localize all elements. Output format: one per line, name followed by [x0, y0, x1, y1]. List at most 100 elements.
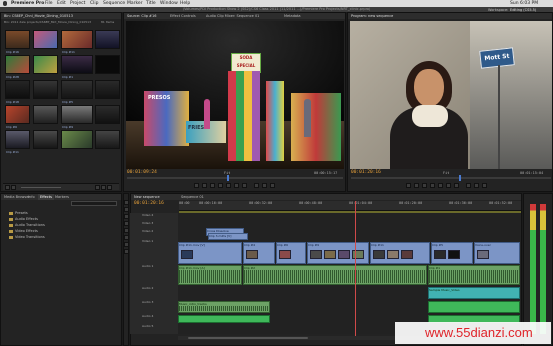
clip-thumbnail[interactable] — [33, 80, 58, 99]
slip-tool-icon[interactable] — [124, 228, 129, 233]
go-to-in-icon[interactable] — [422, 183, 427, 188]
tab-media-browser[interactable]: Media Browser — [4, 194, 30, 200]
folder-video-effects[interactable]: Video Effects — [9, 229, 38, 233]
step-back-icon[interactable] — [218, 183, 223, 188]
clip-thumbnail[interactable] — [95, 105, 120, 124]
time-ruler[interactable]: 00:00 00:00:16:00 00:00:32:00 00:00:48:0… — [179, 201, 521, 211]
menu-sequence[interactable]: Sequence — [103, 1, 125, 7]
ripple-edit-tool-icon[interactable] — [124, 214, 129, 219]
track-header-video-1[interactable]: Video 1 — [130, 239, 179, 264]
menu-clip[interactable]: Clip — [90, 1, 99, 7]
tab-metadata[interactable]: Metadata — [284, 13, 301, 19]
effects-search-input[interactable] — [71, 201, 117, 206]
step-back-icon[interactable] — [430, 183, 435, 188]
clip-thumbnail[interactable] — [61, 30, 93, 49]
source-timecode[interactable]: 00:01:09:24 — [127, 170, 157, 175]
tab-audio-mixer[interactable]: Audio Clip Mixer: Sequence 01 — [206, 13, 259, 19]
track-header-audio-2[interactable]: Audio 2 — [130, 286, 179, 300]
zoom-tool-icon[interactable] — [124, 249, 129, 254]
tab-sequence-new[interactable]: New sequence — [134, 194, 160, 200]
program-playhead[interactable] — [459, 175, 461, 181]
video-clip[interactable]: Clip #5 — [431, 242, 473, 264]
clip-thumbnail[interactable] — [5, 80, 30, 99]
program-fit-select[interactable]: Fit — [443, 171, 449, 175]
pen-tool-icon[interactable] — [124, 235, 129, 240]
mark-out-icon[interactable] — [414, 183, 419, 188]
source-video-frame[interactable]: SODA SPECIAL $3.00 PRESOS FRIES — [126, 21, 344, 169]
video-clip[interactable]: Voice-over — [474, 242, 520, 264]
apple-icon[interactable] — [3, 1, 7, 6]
zoom-slider[interactable] — [21, 186, 61, 188]
clip-thumbnail[interactable] — [33, 30, 58, 49]
export-frame-icon[interactable] — [482, 183, 487, 188]
audio-clip[interactable]: Clip #2 — [243, 265, 427, 285]
lift-icon[interactable] — [466, 183, 471, 188]
tab-markers[interactable]: Markers — [55, 194, 69, 200]
tab-source[interactable]: Source: Clip #16 — [127, 13, 156, 19]
hand-tool-icon[interactable] — [124, 242, 129, 247]
clip-thumbnail[interactable] — [33, 105, 58, 124]
project-tab[interactable]: Bin: CS6EP_Chnl_Movie_Dining_010513 — [1, 14, 73, 18]
clip-thumbnail[interactable] — [61, 80, 93, 99]
menu-window[interactable]: Window — [160, 1, 178, 7]
video-clip[interactable]: Clip #6 — [276, 242, 306, 264]
program-timecode[interactable]: 00:01:20:16 — [351, 170, 381, 175]
step-forward-icon[interactable] — [234, 183, 239, 188]
clip-thumbnail[interactable] — [95, 30, 120, 49]
folder-audio-effects[interactable]: Audio Effects — [9, 217, 38, 221]
mark-in-icon[interactable] — [194, 183, 199, 188]
extract-icon[interactable] — [474, 183, 479, 188]
clip-thumbnail[interactable] — [33, 55, 58, 74]
audio-clip[interactable]: Clip #11.mov [A] — [178, 265, 242, 285]
new-bin-icon[interactable] — [95, 184, 100, 190]
track-header-video-3[interactable]: Video 3 — [130, 221, 179, 229]
export-frame-icon[interactable] — [270, 183, 275, 188]
tab-effects[interactable]: Effects — [38, 194, 54, 200]
trash-icon[interactable] — [107, 184, 112, 190]
audio-clip[interactable] — [178, 315, 270, 323]
mark-in-icon[interactable] — [406, 183, 411, 188]
go-to-out-icon[interactable] — [242, 183, 247, 188]
clip-thumbnail[interactable] — [5, 55, 30, 74]
tab-program[interactable]: Program: new sequence — [351, 13, 393, 19]
menu-edit[interactable]: Edit — [57, 1, 66, 7]
play-icon[interactable] — [226, 183, 231, 188]
timeline-timecode[interactable]: 00:01:20:16 — [134, 201, 164, 206]
go-to-in-icon[interactable] — [210, 183, 215, 188]
selection-tool-icon[interactable] — [124, 200, 129, 205]
folder-video-transitions[interactable]: Video Transitions — [9, 235, 45, 239]
audio-clip[interactable]: Sample Music_Video — [428, 287, 520, 299]
list-view-icon[interactable] — [5, 184, 10, 190]
mark-out-icon[interactable] — [202, 183, 207, 188]
razor-tool-icon[interactable] — [124, 221, 129, 226]
track-header-audio-5[interactable]: Audio 5 — [130, 324, 179, 334]
clip-thumbnail[interactable] — [61, 105, 93, 124]
clip-thumbnail[interactable] — [33, 130, 58, 149]
audio-clip[interactable]: Music_intro_tracks — [178, 301, 270, 313]
track-header-audio-1[interactable]: Audio 1 — [130, 264, 179, 286]
source-scrubber[interactable] — [127, 175, 343, 181]
audio-clip[interactable]: Clip #1 — [428, 265, 520, 285]
track-header-video-2[interactable]: Video 2 — [130, 229, 179, 239]
video-clip[interactable]: Clip #9 — [307, 242, 369, 264]
play-icon[interactable] — [438, 183, 443, 188]
clip-thumbnail[interactable] — [5, 105, 30, 124]
menu-file[interactable]: File — [45, 1, 53, 7]
track-header-audio-3[interactable]: Audio 3 — [130, 300, 179, 314]
step-forward-icon[interactable] — [446, 183, 451, 188]
video-clip[interactable]: Clip #4 — [243, 242, 275, 264]
menu-marker[interactable]: Marker — [127, 1, 143, 7]
clip-thumbnail[interactable] — [5, 130, 30, 149]
tab-info[interactable]: Info — [28, 194, 35, 200]
timeline-playhead[interactable] — [355, 201, 356, 336]
video-clip[interactable]: Clip #11.mov [V] — [178, 242, 242, 264]
icon-view-icon[interactable] — [11, 184, 16, 190]
track-header-video-4[interactable]: Video 4 — [130, 213, 179, 221]
menu-help[interactable]: Help — [180, 1, 190, 7]
clip-thumbnail[interactable] — [61, 55, 93, 74]
clip-thumbnail[interactable] — [61, 130, 93, 149]
video-clip[interactable]: Clip 3.m2ts [V] — [208, 233, 248, 240]
overwrite-icon[interactable] — [262, 183, 267, 188]
folder-audio-transitions[interactable]: Audio Transitions — [9, 223, 45, 227]
clip-thumbnail[interactable] — [95, 55, 120, 74]
